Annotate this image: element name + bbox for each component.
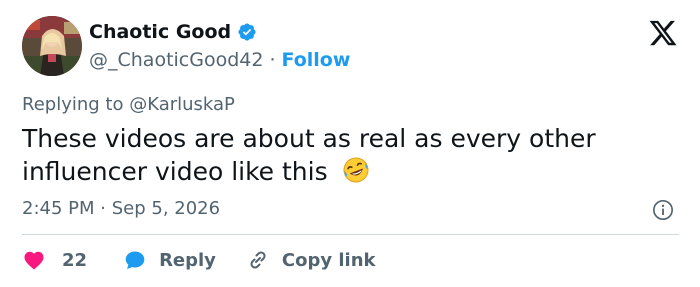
tweet-text: These videos are about as real as every … [22, 123, 662, 188]
author-display-name[interactable]: Chaotic Good [89, 20, 231, 44]
reply-button[interactable]: Reply [123, 248, 216, 272]
x-logo-icon[interactable] [648, 18, 678, 48]
timestamp-separator: · [100, 198, 106, 219]
tweet-timestamp[interactable]: 2:45 PM · Sep 5, 2026 [22, 198, 220, 220]
rolling-on-floor-laughing-emoji-icon [340, 155, 372, 185]
copy-link-button[interactable]: Copy link [246, 248, 376, 272]
info-icon[interactable] [652, 199, 674, 221]
handle-separator: · [269, 49, 276, 71]
like-count: 22 [62, 249, 88, 271]
replying-to-label: Replying to [22, 94, 124, 115]
verified-badge-icon [237, 22, 257, 42]
avatar-image [22, 16, 82, 76]
tweet-actions-bar: 22 Reply Copy link [22, 246, 376, 274]
heart-icon [24, 251, 44, 270]
tweet-body: These videos are about as real as every … [22, 124, 596, 186]
author-handle-row: @_ChaoticGood42 · Follow [89, 48, 350, 72]
avatar[interactable] [22, 16, 82, 76]
replying-to-line: Replying to @KarluskaP [22, 94, 235, 116]
like-button[interactable]: 22 [22, 248, 87, 272]
author-handle[interactable]: @_ChaoticGood42 [89, 48, 263, 72]
reply-mention-link[interactable]: @KarluskaP [129, 94, 235, 115]
link-icon [250, 251, 266, 269]
embedded-tweet-card: Chaotic Good @_ChaoticGood42 · Follow Re… [0, 0, 700, 287]
copy-link-label: Copy link [281, 249, 376, 271]
author-name-row: Chaotic Good [89, 20, 257, 44]
reply-label: Reply [159, 249, 216, 271]
divider [22, 234, 679, 235]
follow-button[interactable]: Follow [282, 48, 351, 72]
tweet-time: 2:45 PM [22, 198, 95, 219]
tweet-date: Sep 5, 2026 [111, 198, 221, 219]
reply-bubble-icon [125, 251, 145, 269]
